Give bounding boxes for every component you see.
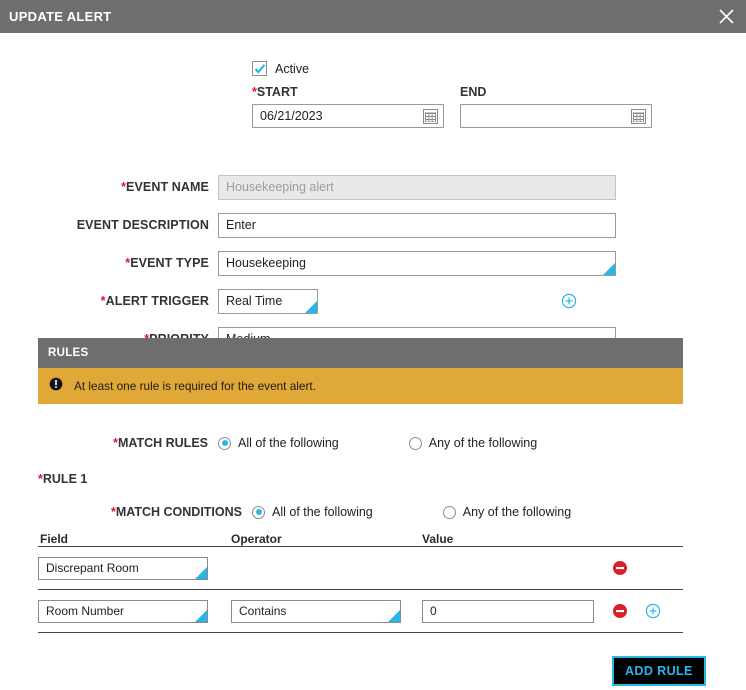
update-alert-dialog: UPDATE ALERT Active *START 06/21/2023 EN… bbox=[0, 0, 746, 690]
event-type-value: Housekeeping bbox=[226, 256, 306, 270]
match-conditions-option-all-label: All of the following bbox=[272, 505, 373, 519]
rules-panel-header: RULES bbox=[38, 338, 683, 368]
event-type-label: *EVENT TYPE bbox=[125, 256, 209, 270]
end-date-input[interactable] bbox=[460, 104, 652, 128]
event-type-dropdown[interactable]: Housekeeping bbox=[218, 250, 616, 276]
condition-field-value: Room Number bbox=[46, 604, 125, 618]
start-date-value: 06/21/2023 bbox=[260, 109, 323, 123]
match-conditions-option-any[interactable]: Any of the following bbox=[442, 505, 572, 519]
condition-operator-dropdown[interactable]: Contains bbox=[231, 599, 401, 623]
active-checkbox-label: Active bbox=[275, 61, 310, 76]
match-rules-option-any-label: Any of the following bbox=[428, 436, 538, 450]
match-rules-row: *MATCH RULES All of the following Any of… bbox=[38, 436, 683, 450]
event-description-row: EVENT DESCRIPTION Enter bbox=[0, 206, 714, 244]
condition-operator-cell: Contains bbox=[231, 599, 422, 623]
match-conditions-row: *MATCH CONDITIONS All of the following A… bbox=[38, 505, 683, 519]
dropdown-corner-icon bbox=[305, 300, 317, 313]
match-conditions-label: *MATCH CONDITIONS bbox=[110, 505, 242, 519]
end-date-group: END bbox=[460, 85, 652, 128]
event-description-label: EVENT DESCRIPTION bbox=[76, 218, 209, 232]
event-name-row: *EVENT NAME Housekeeping alert bbox=[0, 168, 714, 206]
rules-warning-banner: At least one rule is required for the ev… bbox=[38, 368, 683, 404]
column-header-operator: Operator bbox=[231, 532, 282, 546]
conditions-divider bbox=[38, 632, 683, 633]
condition-field-dropdown[interactable]: Discrepant Room bbox=[38, 556, 208, 580]
dialog-titlebar: UPDATE ALERT bbox=[0, 0, 746, 33]
match-rules-option-all-label: All of the following bbox=[238, 436, 339, 450]
rule-1-title: *RULE 1 bbox=[38, 472, 88, 486]
match-rules-option-all[interactable]: All of the following bbox=[218, 436, 339, 450]
condition-value-input[interactable]: 0 bbox=[422, 599, 594, 623]
end-date-label: END bbox=[460, 85, 487, 99]
column-header-value: Value bbox=[422, 532, 454, 546]
condition-field-cell: Discrepant Room bbox=[38, 556, 231, 580]
column-header-field: Field bbox=[40, 532, 69, 546]
calendar-icon[interactable] bbox=[423, 109, 438, 124]
dropdown-corner-icon bbox=[195, 609, 207, 622]
close-icon bbox=[717, 7, 736, 26]
alert-circle-icon bbox=[49, 377, 63, 396]
active-checkbox-row: Active bbox=[252, 61, 309, 76]
alert-trigger-value: Real Time bbox=[226, 294, 283, 308]
condition-field-dropdown[interactable]: Room Number bbox=[38, 599, 208, 623]
condition-operator-value: Contains bbox=[239, 604, 287, 618]
dialog-body: Active *START 06/21/2023 END *EVENT NAME… bbox=[0, 33, 746, 690]
field-list: *EVENT NAME Housekeeping alert EVENT DES… bbox=[0, 168, 714, 358]
dropdown-corner-icon bbox=[603, 262, 615, 275]
event-description-input[interactable]: Enter bbox=[218, 212, 616, 238]
add-rule-button[interactable]: ADD RULE bbox=[612, 656, 706, 686]
conditions-column-headers: Field Operator Value bbox=[38, 532, 683, 546]
start-date-label: *START bbox=[252, 85, 298, 99]
remove-condition-icon[interactable] bbox=[612, 603, 628, 619]
match-rules-option-any[interactable]: Any of the following bbox=[408, 436, 538, 450]
remove-condition-icon[interactable] bbox=[612, 560, 628, 576]
condition-value-cell: 0 bbox=[422, 599, 612, 623]
dropdown-corner-icon bbox=[195, 566, 207, 579]
start-date-group: *START 06/21/2023 bbox=[252, 85, 444, 128]
table-row: Room Number Contains 0 bbox=[38, 590, 683, 632]
add-alert-trigger-icon[interactable] bbox=[561, 293, 577, 309]
event-description-placeholder: Enter bbox=[226, 218, 256, 232]
active-checkbox[interactable] bbox=[252, 61, 267, 76]
close-button[interactable] bbox=[706, 0, 746, 33]
add-rule-button-wrap: ADD RULE bbox=[612, 656, 706, 686]
event-name-label: *EVENT NAME bbox=[121, 180, 209, 194]
alert-trigger-row: *ALERT TRIGGER Real Time bbox=[0, 282, 714, 320]
match-rules-label: *MATCH RULES bbox=[113, 436, 208, 450]
condition-field-cell: Room Number bbox=[38, 599, 231, 623]
match-conditions-option-all[interactable]: All of the following bbox=[252, 505, 373, 519]
match-conditions-option-any-label: Any of the following bbox=[462, 505, 572, 519]
radio-selected-icon bbox=[252, 505, 265, 519]
add-condition-icon[interactable] bbox=[645, 603, 661, 619]
alert-trigger-label: *ALERT TRIGGER bbox=[100, 294, 209, 308]
event-name-value: Housekeeping alert bbox=[226, 180, 334, 194]
rules-panel: RULES At least one rule is required for … bbox=[38, 338, 683, 633]
dialog-title: UPDATE ALERT bbox=[9, 9, 112, 24]
radio-selected-icon bbox=[218, 436, 231, 450]
radio-unselected-icon bbox=[408, 436, 422, 450]
table-row: Discrepant Room bbox=[38, 547, 683, 589]
condition-value-text: 0 bbox=[430, 604, 437, 618]
alert-trigger-dropdown[interactable]: Real Time bbox=[218, 288, 318, 314]
rules-warning-text: At least one rule is required for the ev… bbox=[74, 379, 316, 393]
dropdown-corner-icon bbox=[388, 609, 400, 622]
calendar-icon[interactable] bbox=[631, 109, 646, 124]
event-name-input[interactable]: Housekeeping alert bbox=[218, 174, 616, 200]
event-type-row: *EVENT TYPE Housekeeping bbox=[0, 244, 714, 282]
radio-unselected-icon bbox=[442, 505, 456, 519]
start-date-input[interactable]: 06/21/2023 bbox=[252, 104, 444, 128]
condition-field-value: Discrepant Room bbox=[46, 561, 139, 575]
